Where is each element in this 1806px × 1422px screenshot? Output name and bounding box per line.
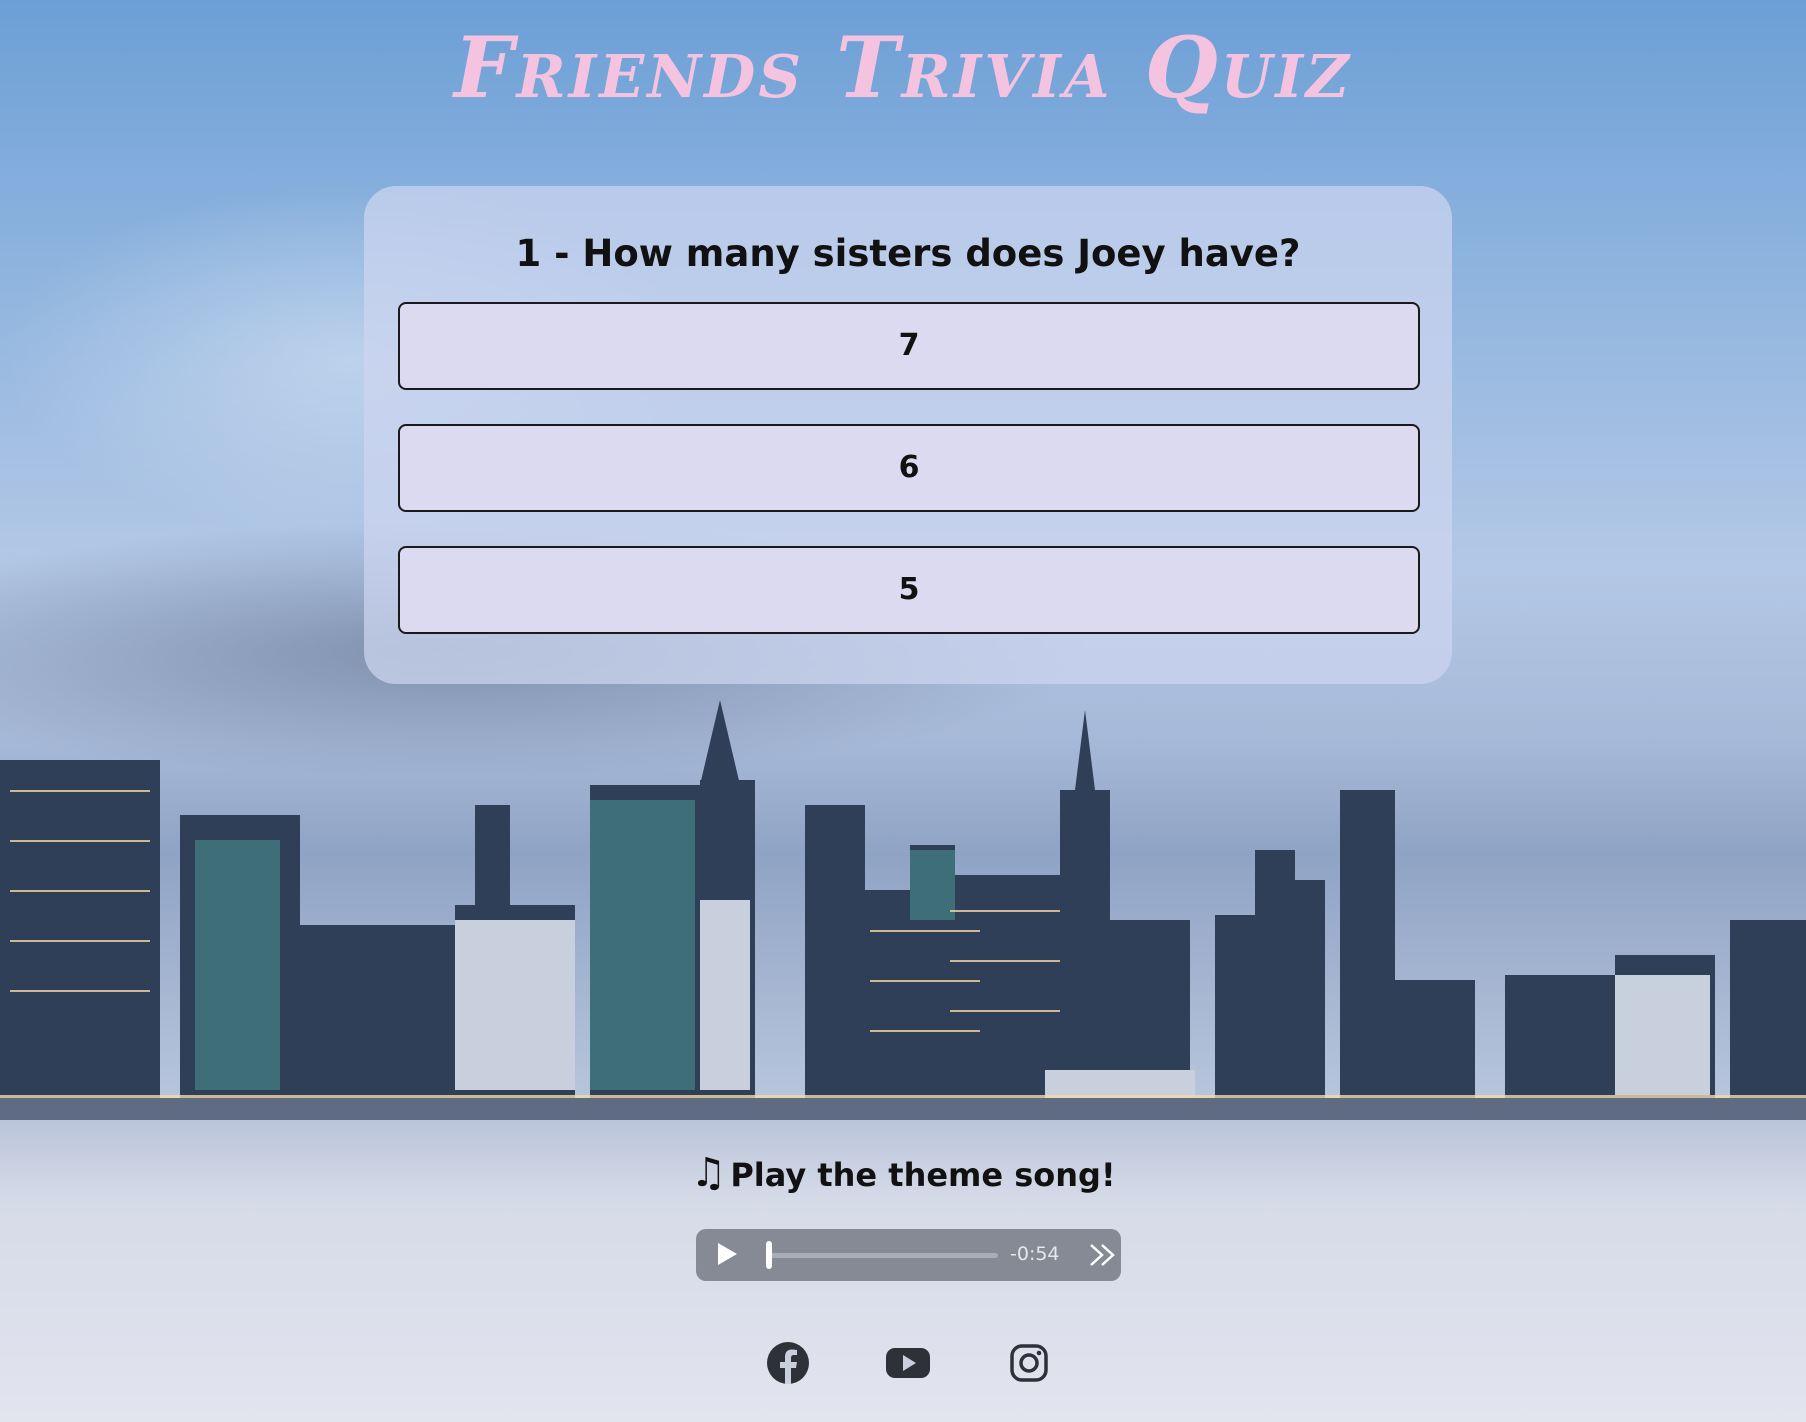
theme-song-text: Play the theme song!: [730, 1156, 1116, 1194]
play-icon[interactable]: [718, 1243, 737, 1265]
time-remaining: -0:54: [1010, 1243, 1060, 1265]
answer-button-3[interactable]: 5: [398, 546, 1420, 634]
question-text: 1 - How many sisters does Joey have?: [515, 232, 1301, 275]
theme-song-label: ♫ Play the theme song!: [0, 1150, 1806, 1196]
answer-button-1[interactable]: 7: [398, 302, 1420, 390]
facebook-icon[interactable]: [765, 1340, 811, 1386]
music-note-icon: ♫: [690, 1150, 727, 1196]
instagram-icon[interactable]: [1006, 1340, 1052, 1386]
audio-progress-thumb[interactable]: [766, 1241, 772, 1269]
quiz-card: 1 - How many sisters does Joey have? 7 6…: [364, 186, 1452, 684]
youtube-icon[interactable]: [885, 1340, 931, 1386]
audio-progress-track[interactable]: [768, 1253, 998, 1258]
answer-button-2[interactable]: 6: [398, 424, 1420, 512]
fast-forward-icon[interactable]: [1088, 1239, 1118, 1271]
audio-player: -0:54: [696, 1229, 1121, 1281]
page-title: Friends Trivia Quiz: [453, 18, 1352, 117]
city-skyline: [0, 700, 1806, 1120]
